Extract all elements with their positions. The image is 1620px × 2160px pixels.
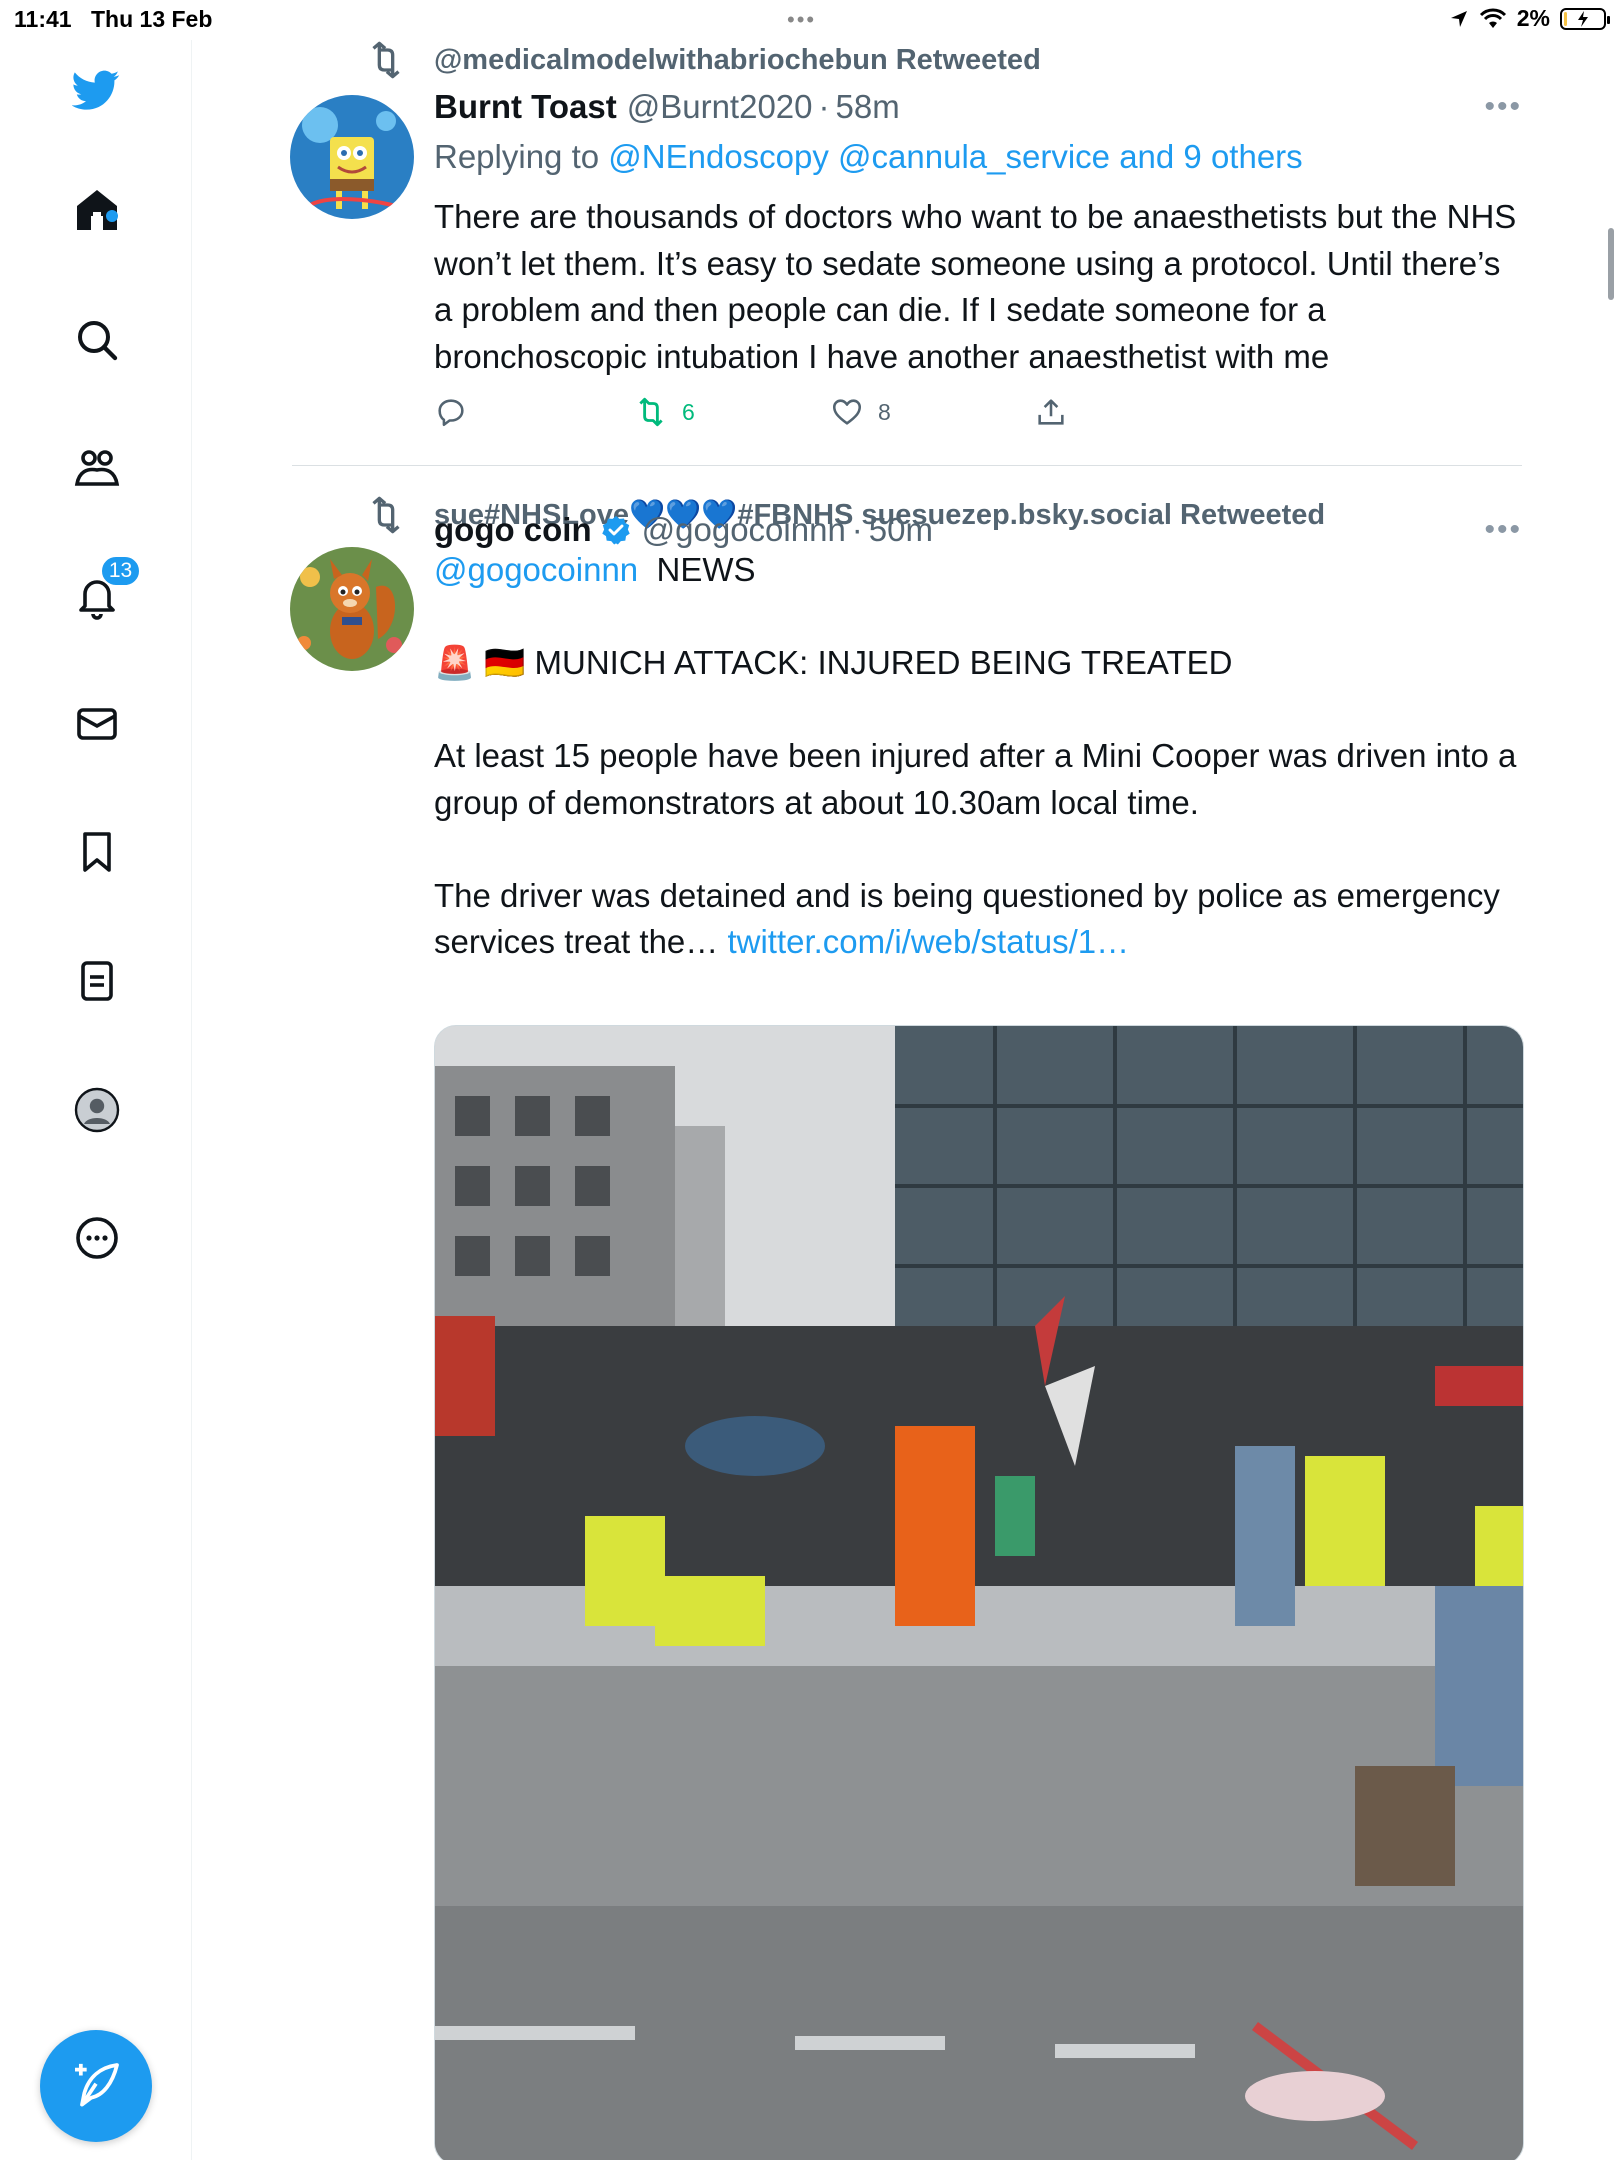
mention-link[interactable]: @gogocoinnn (434, 551, 638, 588)
tweet-actions: 6 8 (434, 395, 1134, 435)
tweet-1[interactable]: @medicalmodelwithabriochebun Retweeted B… (192, 40, 1522, 470)
retweeted-by-text[interactable]: @medicalmodelwithabriochebun Retweeted (434, 44, 1041, 77)
verified-badge-icon (601, 516, 630, 545)
reply-button[interactable] (434, 395, 482, 429)
status-right: 2% (1449, 5, 1610, 32)
retweet-context: @medicalmodelwithabriochebun Retweeted (372, 40, 1041, 80)
replying-to-links[interactable]: @NEndoscopy @cannula_service and 9 other… (608, 138, 1302, 175)
header-separator: · (851, 511, 863, 548)
multitasking-dots-icon[interactable]: ••• (787, 7, 816, 33)
compose-feather-icon (75, 2063, 119, 2107)
news-label: NEWS (656, 551, 756, 588)
share-icon (1038, 399, 1064, 425)
location-icon (1450, 10, 1467, 27)
notifications-badge: 13 (100, 555, 141, 587)
retweet-button[interactable]: 6 (634, 395, 695, 429)
headline-text: MUNICH ATTACK: INJURED BEING TREATED (534, 644, 1233, 681)
tweet-more-icon[interactable]: ••• (1484, 513, 1522, 547)
home-icon[interactable] (69, 182, 125, 238)
retweet-context-icon (372, 41, 400, 79)
tweet-header: gogo coin @gogocoinnn · 50m (434, 511, 933, 549)
replying-to-label: Replying to (434, 138, 600, 175)
tweet-time[interactable]: 58m (836, 88, 900, 126)
share-button[interactable] (1034, 395, 1082, 429)
tweet-2[interactable]: sue#NHSLove💙💙💙#FBNHS suesuezep.bsky.soci… (192, 495, 1524, 2160)
status-time: 11:41 (14, 6, 72, 32)
twitter-logo-icon[interactable] (68, 62, 124, 118)
retweet-count: 6 (682, 398, 695, 425)
search-icon[interactable] (69, 312, 125, 368)
status-date: Thu 13 Feb (91, 6, 213, 32)
tweet-paragraph-2: The driver was detained and is being que… (434, 873, 1524, 966)
battery-percent: 2% (1516, 5, 1550, 31)
sidebar-nav: 13 (0, 40, 192, 2160)
tweet-paragraph-1: At least 15 people have been injured aft… (434, 737, 1517, 821)
tweet-header: Burnt Toast @Burnt2020 · 58m (434, 88, 900, 126)
avatar-gogo-coin[interactable] (290, 547, 414, 671)
tweet-more-icon[interactable]: ••• (1484, 90, 1522, 124)
lists-icon[interactable] (69, 953, 125, 1009)
messages-icon[interactable] (69, 696, 125, 752)
tweet-text: @gogocoinnn NEWS 🚨 🇩🇪 MUNICH ATTACK: INJ… (434, 547, 1524, 966)
reply-icon (438, 399, 464, 427)
tweet-first-line: @gogocoinnn NEWS (434, 547, 1524, 594)
status-link[interactable]: twitter.com/i/web/status/1… (727, 923, 1129, 960)
communities-icon[interactable] (69, 440, 125, 496)
wifi-icon (1479, 8, 1506, 28)
alert-flag-emoji: 🚨 🇩🇪 (434, 644, 526, 681)
header-separator: · (818, 88, 830, 125)
display-name[interactable]: gogo coin (434, 511, 592, 549)
bookmarks-icon[interactable] (69, 824, 125, 880)
user-handle[interactable]: @Burnt2020 (627, 88, 813, 126)
tweet-headline: 🚨 🇩🇪 MUNICH ATTACK: INJURED BEING TREATE… (434, 640, 1524, 687)
battery-icon (1560, 7, 1610, 30)
scrollbar[interactable] (1608, 228, 1614, 300)
tweet-divider (292, 465, 1522, 466)
user-handle[interactable]: @gogocoinnn (642, 511, 846, 549)
retweet-icon (639, 397, 663, 427)
heart-icon (832, 399, 862, 425)
compose-tweet-button[interactable] (40, 2030, 152, 2142)
display-name[interactable]: Burnt Toast (434, 88, 617, 126)
replying-to: Replying to @NEndoscopy @cannula_service… (434, 138, 1303, 176)
like-button[interactable]: 8 (830, 395, 891, 429)
status-bar: 11:41 Thu 13 Feb ••• 2% (0, 0, 1620, 40)
tweet-text: There are thousands of doctors who want … (434, 198, 1517, 375)
retweet-context-icon (372, 496, 400, 534)
home-unread-dot (106, 210, 118, 222)
tweet-time[interactable]: 50m (869, 511, 933, 549)
avatar-burnt-toast[interactable] (290, 95, 414, 219)
like-count: 8 (878, 398, 891, 425)
tweet-media-image[interactable] (434, 1025, 1524, 2160)
more-options-icon[interactable] (69, 1210, 125, 1266)
profile-avatar-icon[interactable] (69, 1082, 125, 1138)
